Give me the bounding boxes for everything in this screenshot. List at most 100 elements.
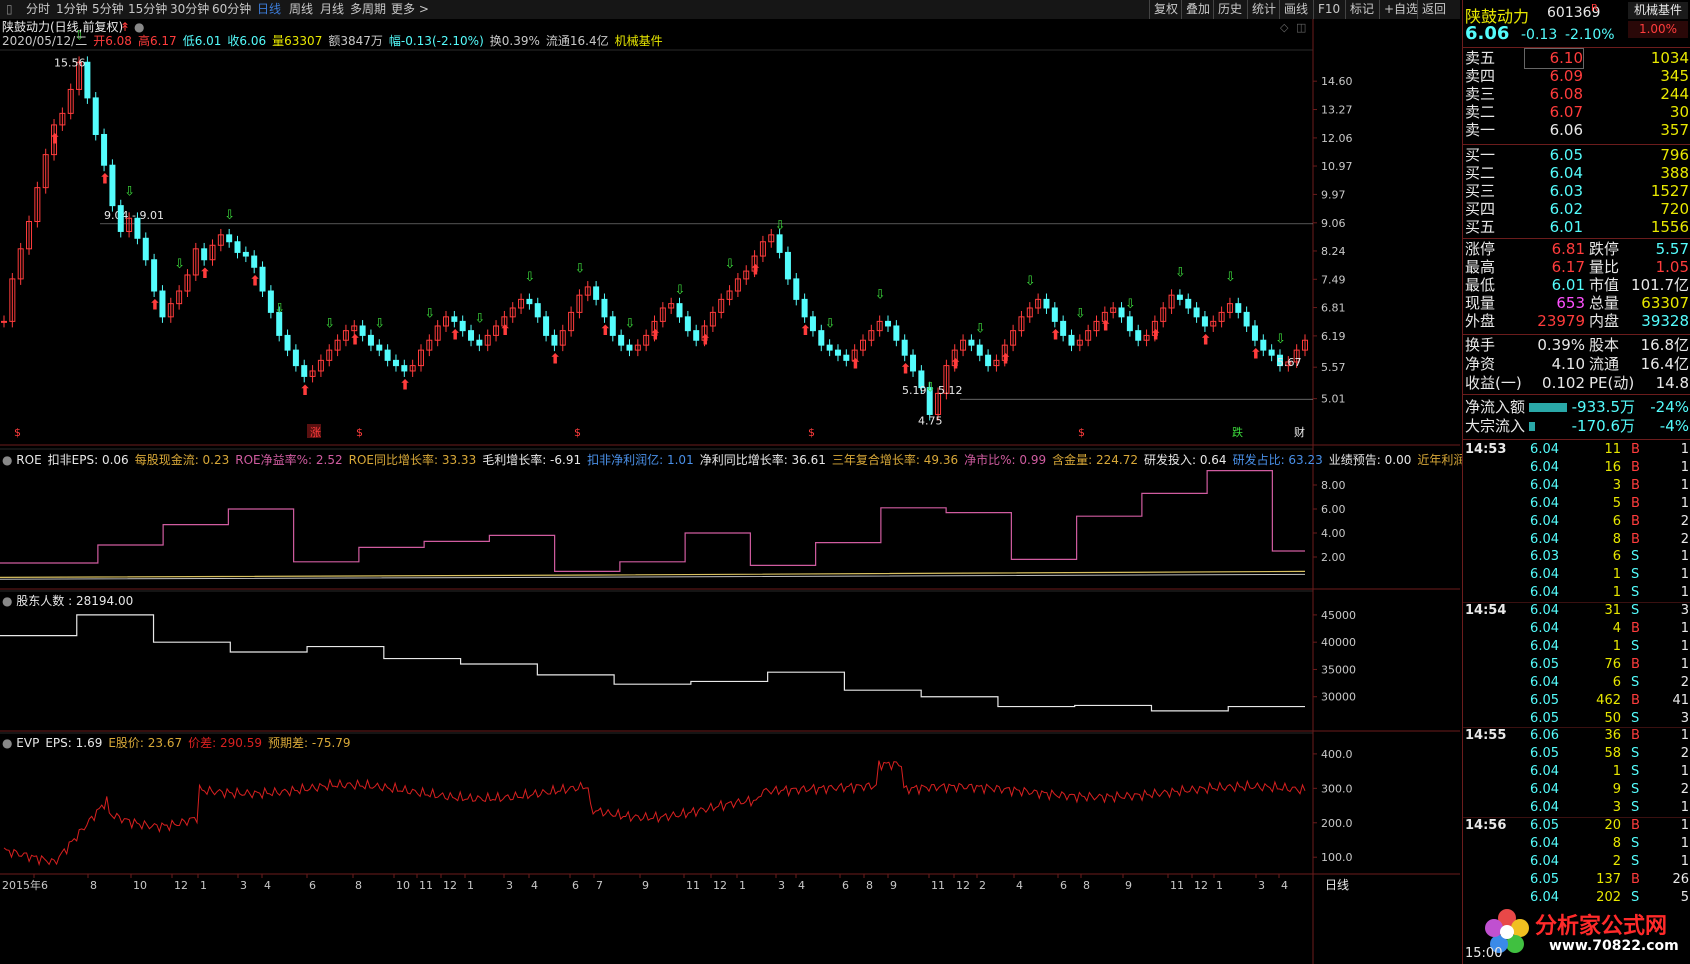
sector-tag[interactable]: 机械基件 bbox=[1628, 2, 1688, 19]
ask-price: 6.08 bbox=[1549, 85, 1583, 103]
holders-toggle-icon[interactable]: ● bbox=[2, 594, 16, 608]
chart-canvas[interactable]: 14.60 13.27 12.06 10.97 9.97 9.06 8.24 7.49 6.81… bbox=[0, 19, 1460, 964]
tick-volume: 4 bbox=[1612, 621, 1621, 636]
toolbar-btn-1[interactable]: 叠加 bbox=[1186, 2, 1210, 17]
toolbar-btn-4[interactable]: 画线 bbox=[1284, 2, 1308, 17]
roe-roe: ROE净益率%: 2.52 bbox=[235, 453, 343, 467]
tick-volume: 11 bbox=[1604, 442, 1621, 457]
sell-arrow-icon: ⇩ bbox=[1075, 306, 1086, 321]
bid-label: 买二 bbox=[1465, 164, 1496, 182]
stat-value-b: 5.57 bbox=[1655, 240, 1689, 258]
sell-arrow-icon: ⇩ bbox=[775, 219, 786, 234]
toolbar-btn-2[interactable]: 历史 bbox=[1218, 2, 1242, 17]
toolbar-btn-7[interactable]: +自选 bbox=[1384, 2, 1418, 17]
tick-count: 2 bbox=[1680, 531, 1689, 547]
tick-row: 6.05 76 B 1 bbox=[1465, 656, 1689, 674]
holders-label: 股东人数 : 28194.00 bbox=[16, 594, 134, 608]
tick-side: B bbox=[1631, 513, 1640, 529]
candle-body bbox=[1135, 330, 1142, 341]
stat-value-b: 1.05 bbox=[1655, 258, 1689, 276]
stat2-label-a: 换手 bbox=[1465, 336, 1496, 354]
period-tab-6[interactable]: 日线 bbox=[257, 2, 281, 17]
period-tab-4[interactable]: 30分钟 bbox=[170, 2, 209, 17]
stat-value-a: 6.17 bbox=[1551, 258, 1585, 276]
buy-arrow-icon: ⬆ bbox=[1050, 328, 1062, 344]
tick-time: 14:55 bbox=[1465, 728, 1507, 744]
tick-count: 1 bbox=[1680, 764, 1689, 780]
window-menu-icon[interactable]: ▯ bbox=[6, 2, 13, 17]
sell-arrow-icon: ⇩ bbox=[374, 316, 385, 331]
candle-body bbox=[901, 339, 908, 356]
period-tab-7[interactable]: 周线 bbox=[289, 2, 313, 17]
buy-arrow-icon: ⬆ bbox=[750, 262, 762, 278]
tick-volume: 50 bbox=[1604, 710, 1621, 726]
x-axis-label-21: 3 bbox=[778, 879, 785, 892]
x-axis-label-22: 4 bbox=[798, 879, 805, 892]
candle-body bbox=[251, 255, 258, 268]
quote-row: 净流入额 -933.5万 -24% bbox=[1465, 398, 1689, 417]
watermark-url: www.70822.com bbox=[1549, 938, 1679, 954]
candle-body bbox=[784, 251, 791, 280]
sell-arrow-icon: ⇩ bbox=[1025, 274, 1036, 289]
holders-header: ● 股东人数 : 28194.00 bbox=[2, 593, 133, 609]
buy-arrow-icon: ⬆ bbox=[549, 351, 561, 367]
tick-volume: 137 bbox=[1596, 871, 1621, 887]
candle-body bbox=[676, 303, 683, 318]
stat-value-a: 6.81 bbox=[1551, 240, 1585, 258]
tick-side: B bbox=[1631, 692, 1640, 708]
signal-mark-2: $ bbox=[356, 426, 363, 439]
period-tab-0[interactable]: 分时 bbox=[26, 2, 50, 17]
candle-body bbox=[684, 316, 691, 332]
x-axis-label-25: 9 bbox=[890, 879, 897, 892]
tick-volume: 8 bbox=[1612, 835, 1621, 851]
toolbar-btn-3[interactable]: 统计 bbox=[1252, 2, 1276, 17]
toolbar-btn-8[interactable]: 返回 bbox=[1422, 2, 1446, 17]
stat2-value-b: 16.8亿 bbox=[1640, 336, 1689, 354]
quote-row: 涨停 6.81 跌停 5.57 bbox=[1465, 240, 1689, 259]
tick-price: 6.04 bbox=[1530, 531, 1559, 547]
period-tab-2[interactable]: 5分钟 bbox=[92, 2, 124, 17]
period-tab-9[interactable]: 多周期 bbox=[350, 2, 386, 17]
toolbar-btn-0[interactable]: 复权 bbox=[1154, 2, 1178, 17]
signal-mark-6: 跌 bbox=[1232, 425, 1243, 439]
tick-price: 6.04 bbox=[1530, 782, 1559, 798]
tick-volume: 36 bbox=[1604, 728, 1621, 744]
roe-rdpct: 研发占比: 63.23 bbox=[1232, 453, 1323, 467]
evp-toggle-icon[interactable]: ● bbox=[2, 736, 16, 750]
info-volume: 量63307 bbox=[272, 34, 323, 48]
candle-body bbox=[534, 303, 541, 318]
tick-price: 6.04 bbox=[1530, 513, 1559, 529]
candle-body bbox=[1051, 307, 1058, 322]
evp-name: EVP bbox=[16, 736, 40, 750]
candle-body bbox=[1068, 334, 1075, 346]
info-low: 低6.01 bbox=[182, 34, 222, 48]
candle-body bbox=[985, 354, 992, 367]
price-axis-label-2: 12.06 bbox=[1321, 132, 1353, 145]
quote-row: 买一 6.05 796 bbox=[1465, 146, 1689, 165]
quote-row: 买四 6.02 720 bbox=[1465, 200, 1689, 219]
ask-label: 卖一 bbox=[1465, 121, 1496, 139]
tick-row: 6.04 1 S 1 bbox=[1465, 584, 1689, 602]
period-tab-5[interactable]: 60分钟 bbox=[212, 2, 251, 17]
price-axis-label-7: 7.49 bbox=[1321, 273, 1346, 286]
roe-gross: 毛利增长率: -6.91 bbox=[482, 453, 582, 467]
toolbar-btn-5[interactable]: F10 bbox=[1318, 2, 1340, 17]
x-axis-label-12: 1 bbox=[467, 879, 474, 892]
candle-body bbox=[376, 344, 383, 351]
stat2-value-b: 14.8 bbox=[1655, 374, 1689, 392]
info-close: 收6.06 bbox=[227, 34, 267, 48]
tick-price: 6.04 bbox=[1530, 442, 1559, 457]
roe-toggle-icon[interactable]: ● bbox=[2, 453, 16, 467]
period-tab-8[interactable]: 月线 bbox=[320, 2, 344, 17]
x-axis-label-35: 1 bbox=[1216, 879, 1223, 892]
tick-side: S bbox=[1631, 567, 1640, 583]
price-axis-label-4: 9.97 bbox=[1321, 188, 1346, 201]
tick-price: 6.04 bbox=[1530, 603, 1559, 619]
toolbar-btn-6[interactable]: 标记 bbox=[1350, 2, 1374, 17]
sell-arrow-icon: ⇩ bbox=[274, 302, 285, 317]
period-tab-3[interactable]: 15分钟 bbox=[128, 2, 167, 17]
tick-side: S bbox=[1631, 710, 1640, 726]
period-tab-1[interactable]: 1分钟 bbox=[56, 2, 88, 17]
period-tab-10[interactable]: 更多 > bbox=[391, 2, 429, 17]
price-axis-label-9: 6.19 bbox=[1321, 330, 1346, 343]
